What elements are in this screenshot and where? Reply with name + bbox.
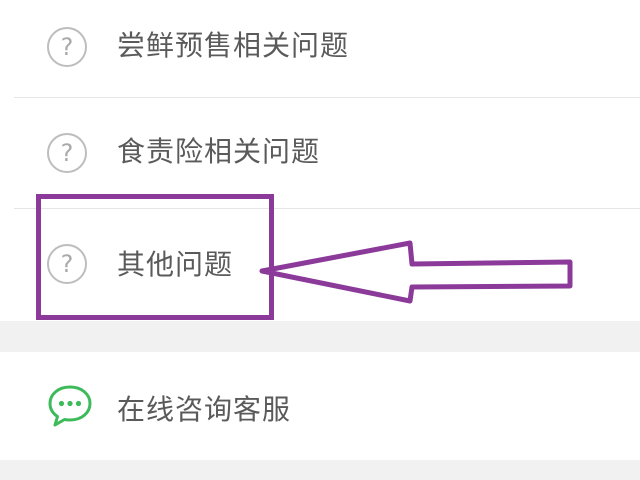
menu-item-label: 食责险相关问题 [117, 135, 321, 168]
menu-item-presale-questions[interactable]: ? 尝鲜预售相关问题 [0, 0, 640, 97]
menu-item-label: 在线咨询客服 [117, 393, 292, 426]
question-circle-icon: ? [47, 133, 87, 173]
bottom-gap [0, 460, 640, 480]
menu-item-label: 尝鲜预售相关问题 [117, 29, 350, 62]
menu-item-food-insurance-questions[interactable]: ? 食责险相关问题 [0, 98, 640, 208]
question-circle-icon: ? [47, 27, 87, 67]
section-gap [0, 321, 640, 352]
chat-bubble-icon [48, 385, 92, 427]
menu-item-online-customer-service[interactable]: 在线咨询客服 [0, 352, 640, 460]
highlight-box [36, 194, 274, 320]
help-menu-screen: ? 尝鲜预售相关问题 ? 食责险相关问题 ? 其他问题 在线咨询客服 [0, 0, 640, 480]
